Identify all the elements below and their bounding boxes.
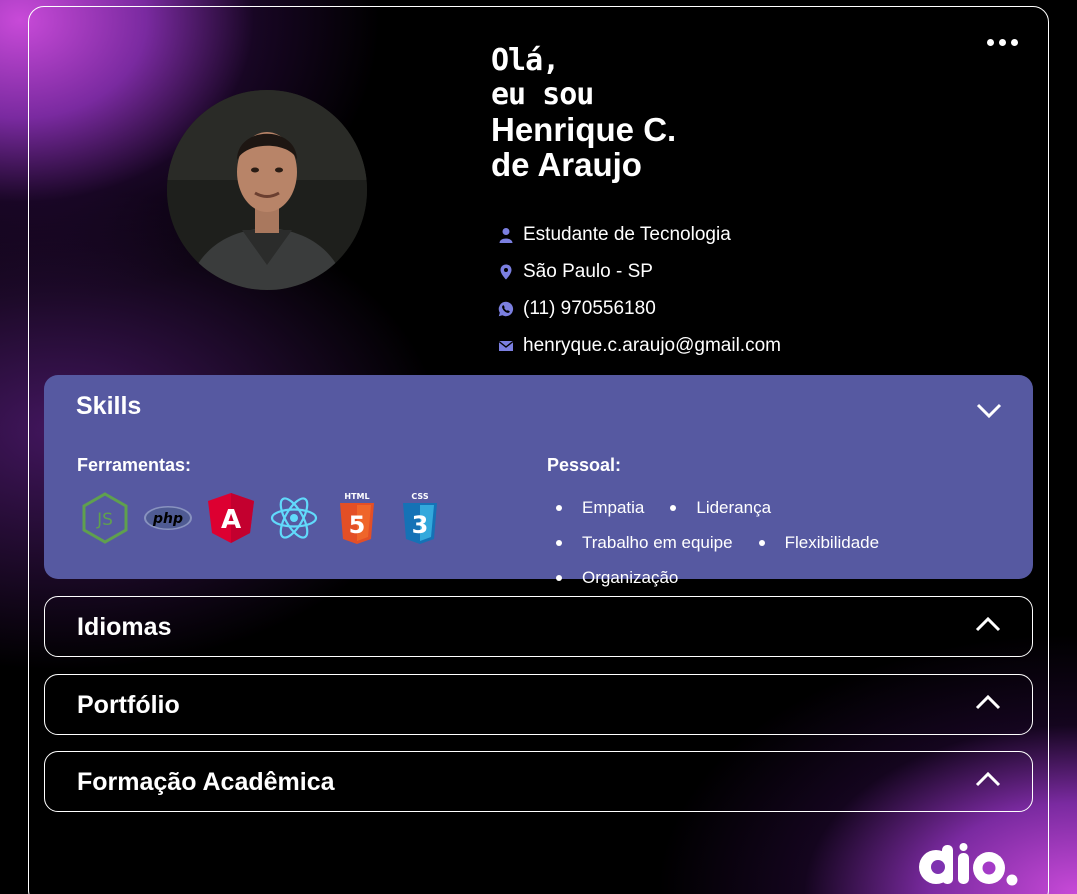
dio-logo — [919, 843, 1018, 886]
soft-skill-item: Flexibilidade — [759, 532, 880, 553]
whatsapp-icon — [497, 300, 515, 318]
angular-label: A — [221, 505, 241, 535]
name-line-1: Henrique C. — [491, 111, 677, 148]
more-options-icon[interactable] — [982, 34, 1022, 50]
nodejs-icon: JS — [80, 491, 130, 545]
mail-icon — [497, 337, 515, 355]
soft-skills-label: Pessoal: — [547, 455, 622, 475]
soft-skill-item: Empatia — [556, 497, 644, 518]
soft-skill-item: Trabalho em equipe — [556, 532, 733, 553]
portfolio-title[interactable]: Portfólio — [77, 691, 180, 720]
css3-number: 3 — [412, 511, 429, 539]
tools-label: Ferramentas: — [77, 455, 192, 475]
contact-location: São Paulo - SP — [497, 253, 781, 290]
chevron-up-icon[interactable] — [974, 769, 1002, 789]
php-label: php — [152, 511, 183, 527]
languages-panel[interactable]: Idiomas — [44, 596, 1033, 657]
nodejs-label: JS — [96, 510, 113, 530]
contact-info: Estudante de Tecnologia São Paulo - SP (… — [497, 216, 781, 364]
css3-label: CSS — [411, 492, 428, 501]
contact-email[interactable]: henryque.c.araujo@gmail.com — [497, 327, 781, 364]
soft-skills-list: Empatia Liderança Trabalho em equipe Fle… — [556, 497, 996, 588]
map-pin-icon — [497, 263, 515, 281]
page: Olá, eu sou Henrique C. de Araujo Estuda… — [0, 0, 1077, 894]
greeting-block: Olá, eu sou Henrique C. de Araujo — [491, 43, 676, 183]
php-icon: php — [143, 491, 193, 545]
html5-label: HTML — [344, 492, 369, 501]
profile-name: Henrique C. de Araujo — [491, 112, 676, 182]
name-line-2: de Araujo — [491, 146, 642, 183]
education-title[interactable]: Formação Acadêmica — [77, 768, 335, 797]
phone-text: (11) 970556180 — [523, 297, 656, 319]
portfolio-panel[interactable]: Portfólio — [44, 674, 1033, 735]
css3-icon: CSS 3 — [395, 491, 445, 545]
email-text: henryque.c.araujo@gmail.com — [523, 334, 781, 356]
chevron-down-icon[interactable] — [975, 401, 1003, 421]
chevron-up-icon[interactable] — [974, 692, 1002, 712]
tools-list: JS php A HTML 5 CSS 3 — [80, 491, 445, 545]
profile-photo — [167, 90, 367, 290]
soft-skill-item: Liderança — [670, 497, 771, 518]
role-text: Estudante de Tecnologia — [523, 223, 731, 245]
contact-role: Estudante de Tecnologia — [497, 216, 781, 253]
languages-title[interactable]: Idiomas — [77, 613, 171, 642]
avatar — [167, 90, 367, 290]
angular-icon: A — [206, 491, 256, 545]
react-icon — [269, 491, 319, 545]
skills-title[interactable]: Skills — [76, 392, 141, 421]
user-icon — [497, 226, 515, 244]
greeting-iam: eu sou — [491, 77, 594, 112]
soft-skill-item: Organização — [556, 567, 678, 588]
location-text: São Paulo - SP — [523, 260, 653, 282]
html5-icon: HTML 5 — [332, 491, 382, 545]
chevron-up-icon[interactable] — [974, 614, 1002, 634]
skills-panel: Skills Ferramentas: JS php A HTML 5 CSS … — [44, 375, 1033, 587]
contact-phone[interactable]: (11) 970556180 — [497, 290, 781, 327]
greeting-hello: Olá, — [491, 43, 560, 78]
education-panel[interactable]: Formação Acadêmica — [44, 751, 1033, 812]
html5-number: 5 — [349, 511, 366, 539]
